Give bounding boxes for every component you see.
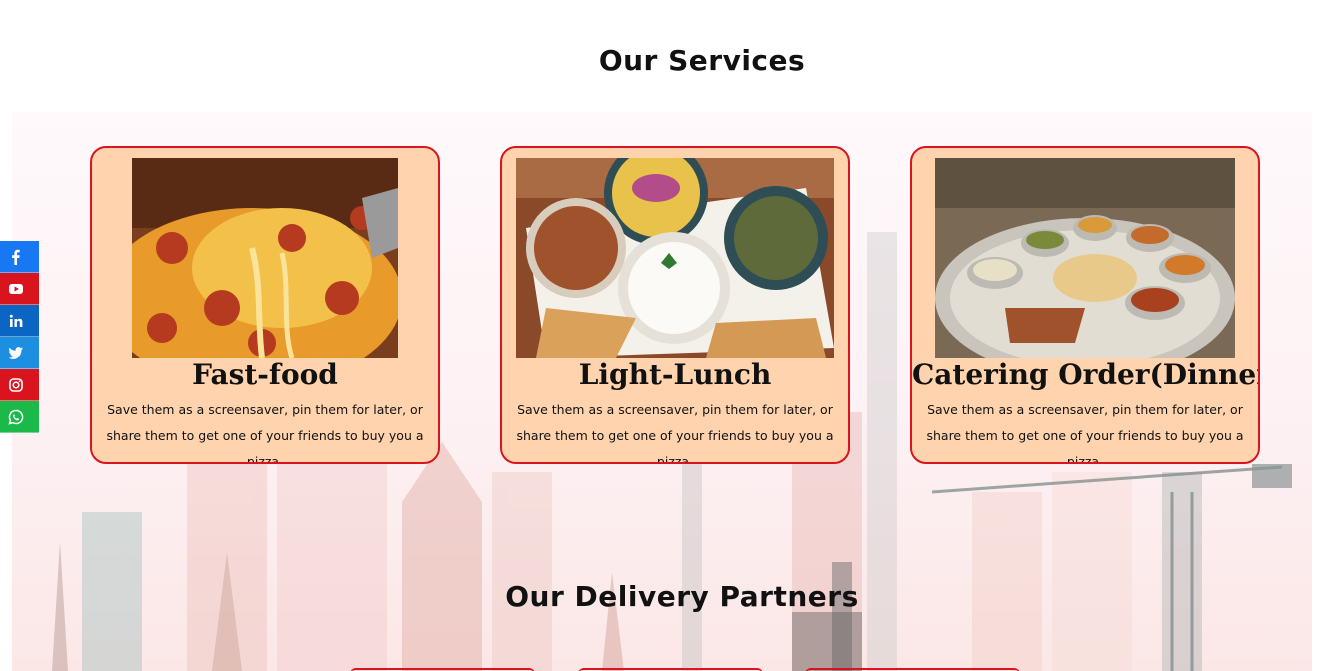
thali-bowls-photo: [516, 158, 834, 358]
linkedin-link[interactable]: [0, 305, 39, 337]
card-description: Save them as a screensaver, pin them for…: [516, 402, 834, 464]
service-card-fast-food[interactable]: Fast-food Save them as a screensaver, pi…: [90, 146, 440, 464]
services-heading: Our Services: [598, 44, 806, 77]
linkedin-icon: [9, 314, 23, 327]
card-description: Save them as a screensaver, pin them for…: [926, 402, 1244, 464]
card-description: Save them as a screensaver, pin them for…: [106, 402, 424, 464]
service-card-light-lunch[interactable]: Light-Lunch Save them as a screensaver, …: [500, 146, 850, 464]
twitter-icon: [8, 347, 23, 359]
service-card-catering-dinner[interactable]: Catering Order(Dinner) Save them as a sc…: [910, 146, 1260, 464]
facebook-icon: [12, 249, 20, 265]
pizza-photo: [132, 158, 398, 358]
card-title: Fast-food: [192, 358, 338, 391]
youtube-icon: [9, 284, 23, 294]
instagram-icon: [9, 378, 23, 392]
facebook-link[interactable]: [0, 241, 39, 273]
social-sidebar: [0, 241, 39, 433]
dinner-platter-photo: [935, 158, 1235, 358]
whatsapp-link[interactable]: [0, 401, 39, 433]
instagram-link[interactable]: [0, 369, 39, 401]
delivery-partners-heading: Our Delivery Partners: [505, 580, 859, 613]
card-title: Catering Order(Dinner): [912, 358, 1260, 391]
card-title: Light-Lunch: [578, 358, 772, 391]
youtube-link[interactable]: [0, 273, 39, 305]
twitter-link[interactable]: [0, 337, 39, 369]
whatsapp-icon: [8, 409, 24, 425]
